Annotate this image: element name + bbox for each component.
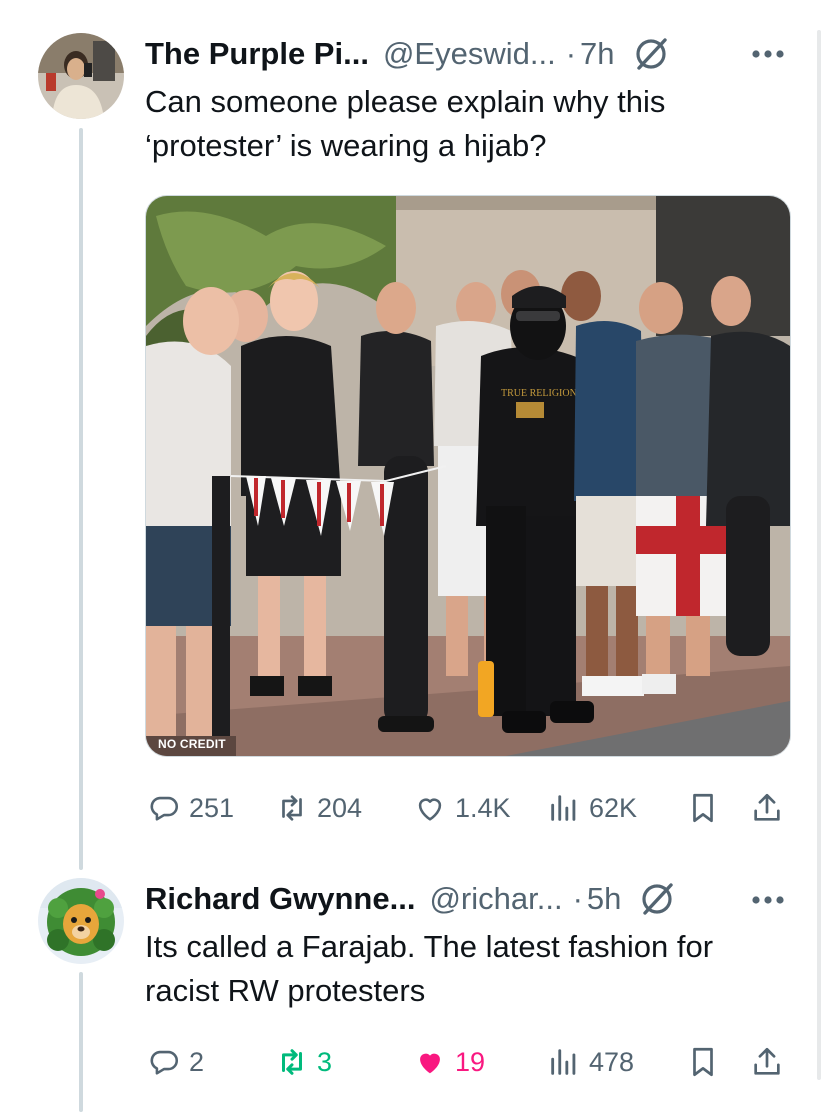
repost-button[interactable]: 204 (275, 784, 362, 832)
handle[interactable]: @richar... (429, 881, 562, 917)
reply-icon (150, 796, 178, 821)
avatar[interactable] (38, 878, 124, 964)
timestamp[interactable]: 5h (587, 881, 621, 917)
more-icon[interactable] (748, 34, 788, 74)
tweet-header: The Purple Pi... @Eyeswid... · 7h (145, 32, 671, 76)
bookmark-button[interactable] (686, 1038, 720, 1086)
like-count: 1.4K (455, 792, 511, 823)
handle[interactable]: @Eyeswid... (383, 36, 556, 72)
bookmark-icon (693, 1047, 713, 1077)
reply-button[interactable]: 2 (147, 1038, 204, 1086)
thread-line-top (79, 128, 83, 870)
reply-count: 251 (189, 792, 235, 823)
more-icon[interactable] (748, 880, 788, 920)
tweet-text: Can someone please explain why this ‘pro… (145, 84, 666, 163)
like-icon (420, 1053, 440, 1074)
verified-off-icon (631, 34, 671, 74)
tweet-text: Its called a Farajab. The latest fashion… (145, 929, 714, 1008)
reply-icon (150, 1050, 178, 1075)
share-icon (754, 793, 780, 821)
views-icon (551, 795, 576, 821)
avatar[interactable] (38, 33, 124, 119)
views-button[interactable]: 478 (547, 1038, 634, 1086)
repost-count: 3 (317, 1046, 333, 1077)
repost-button[interactable]: 3 (275, 1038, 332, 1086)
bookmark-icon (693, 793, 713, 823)
reply-count: 2 (189, 1046, 205, 1077)
display-name[interactable]: The Purple Pi... (145, 36, 369, 72)
separator-dot: · (572, 881, 583, 916)
share-button[interactable] (750, 1038, 784, 1086)
repost-icon (282, 795, 302, 821)
like-button[interactable]: 19 (413, 1038, 485, 1086)
svg-text:TRUE RELIGION: TRUE RELIGION (501, 388, 577, 399)
separator-dot: · (565, 36, 577, 71)
display-name[interactable]: Richard Gwynne... (145, 881, 415, 917)
views-count: 62K (589, 792, 638, 823)
share-button[interactable] (750, 784, 784, 832)
like-count: 19 (455, 1046, 486, 1077)
tweet-actions: 2 3 19 478 (145, 1038, 790, 1086)
tweet-actions: 251 204 1.4K 62K (145, 784, 790, 832)
timestamp[interactable]: 7h (580, 36, 614, 72)
like-button[interactable]: 1.4K (413, 784, 511, 832)
views-count: 478 (589, 1046, 635, 1077)
repost-count: 204 (317, 792, 363, 823)
bookmark-button[interactable] (686, 784, 720, 832)
photo-watermark: NO CREDIT (158, 737, 226, 751)
verified-off-icon (637, 879, 677, 919)
views-button[interactable]: 62K (547, 784, 637, 832)
tweet-photo[interactable]: TRUE RELIGION NO CREDIT (145, 195, 791, 757)
scroll-indicator[interactable] (817, 30, 821, 1080)
tweet-header: Richard Gwynne... @richar... · 5h (145, 877, 677, 921)
repost-icon (282, 1049, 302, 1075)
share-icon (754, 1047, 780, 1075)
reply-button[interactable]: 251 (147, 784, 234, 832)
like-icon (418, 798, 442, 821)
views-icon (551, 1049, 576, 1075)
thread-line-bottom (79, 972, 83, 1112)
